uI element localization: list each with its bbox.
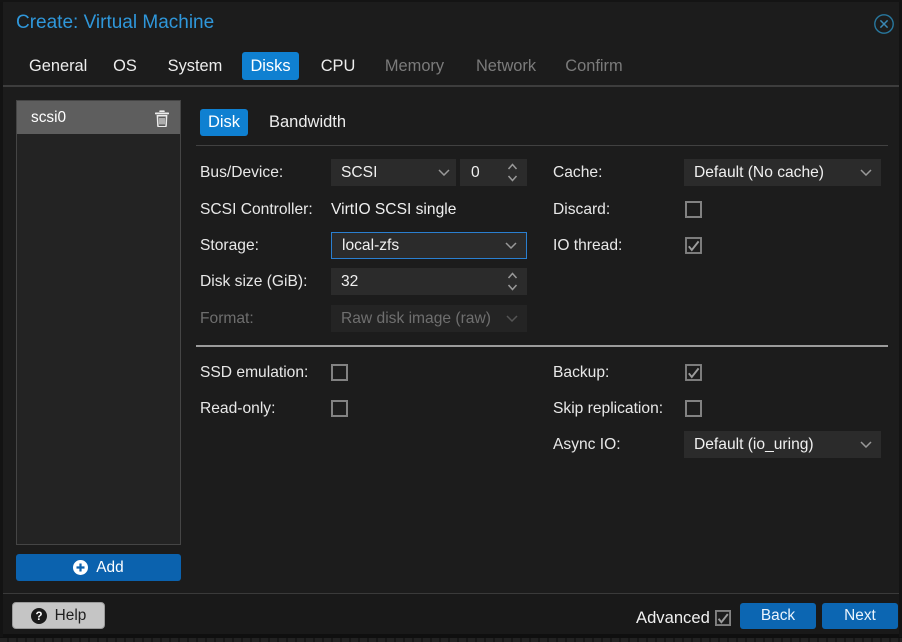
svg-text:?: ? [35,611,42,623]
